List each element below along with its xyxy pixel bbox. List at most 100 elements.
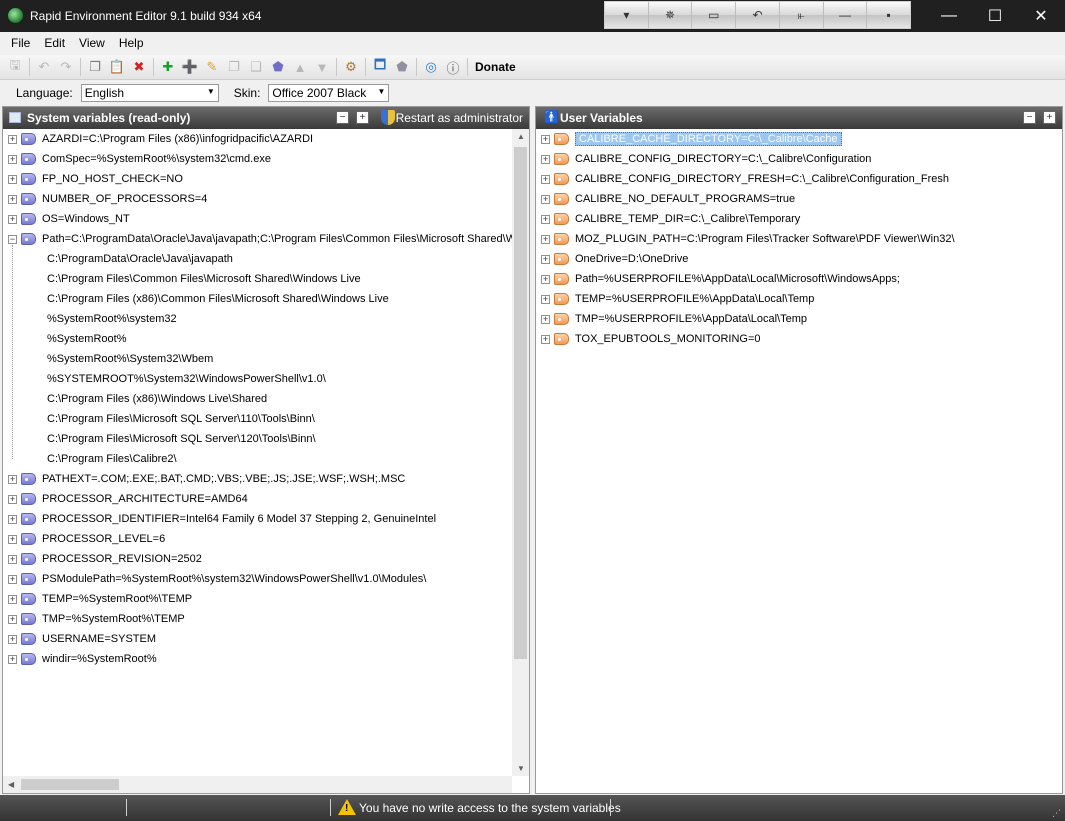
system-variable-row[interactable]: + PROCESSOR_REVISION=2502 [3,549,202,569]
expand-icon[interactable]: + [541,334,550,344]
minimize-button[interactable]: — [926,0,972,32]
expand-all-icon[interactable]: + [1043,111,1056,124]
label-icon[interactable]: ⬟ [391,56,413,78]
system-variable-row[interactable]: + AZARDI=C:\Program Files (x86)\infogridp… [3,129,313,149]
system-variable-row[interactable]: + PROCESSOR_LEVEL=6 [3,529,165,549]
expand-icon[interactable]: + [541,154,550,164]
expand-icon[interactable]: + [541,274,550,284]
vertical-scroll-thumb[interactable] [514,147,527,659]
system-variable-row[interactable]: − Path=C:\ProgramData\Oracle\Java\javapat… [3,229,519,249]
undo-icon[interactable]: ↶ [33,56,55,78]
pin-icon[interactable]: ✵ [648,2,693,28]
duplicate-icon[interactable]: ❐ [223,56,245,78]
plug-icon[interactable]: ⫦ [779,2,824,28]
chevron-down-icon[interactable]: ▾ [605,2,649,28]
expand-icon[interactable]: + [8,214,17,224]
expand-icon[interactable]: + [8,474,17,484]
menu-view[interactable]: View [72,36,112,50]
edit-pencil-icon[interactable]: ✎ [201,56,223,78]
horizontal-scroll-thumb[interactable] [21,779,119,790]
expand-icon[interactable]: + [8,534,17,544]
expand-icon[interactable]: + [8,614,17,624]
path-entry[interactable]: %SYSTEMROOT%\System32\WindowsPowerShell\… [47,369,326,389]
window-icon[interactable]: ▭ [692,2,737,28]
expand-icon[interactable]: + [8,174,17,184]
system-variable-row[interactable]: + PROCESSOR_IDENTIFIER=Intel64 Family 6 M… [3,509,436,529]
user-variable-row[interactable]: + TMP=%USERPROFILE%\AppData\Local\Temp [536,309,807,329]
expand-icon[interactable]: + [541,134,550,144]
paste-icon[interactable]: 📋 [106,56,128,78]
window-info-icon[interactable]: 🗖 [369,56,391,78]
user-variable-row[interactable]: + CALIBRE_CACHE_DIRECTORY=C:\_Calibre\Cac… [536,129,842,149]
expand-icon[interactable]: + [541,174,550,184]
system-variable-row[interactable]: + windir=%SystemRoot% [3,649,157,669]
clone-icon[interactable]: ❑ [245,56,267,78]
expand-icon[interactable]: + [8,134,17,144]
expand-icon[interactable]: + [541,214,550,224]
close-button[interactable]: ✕ [1018,0,1064,32]
expand-icon[interactable]: + [8,574,17,584]
system-variable-row[interactable]: + TMP=%SystemRoot%\TEMP [3,609,185,629]
system-variable-row[interactable]: + OS=Windows_NT [3,209,130,229]
save-icon[interactable]: 🖫 [4,56,26,78]
expand-icon[interactable]: + [541,294,550,304]
dot-icon[interactable]: ▪ [867,2,911,28]
path-entry[interactable]: C:\Program Files\Common Files\Microsoft … [47,269,361,289]
expand-icon[interactable]: + [8,154,17,164]
skin-select[interactable]: Office 2007 Black ▼ [268,84,390,102]
user-variable-row[interactable]: + TOX_EPUBTOOLS_MONITORING=0 [536,329,761,349]
system-variable-row[interactable]: + TEMP=%SystemRoot%\TEMP [3,589,192,609]
expand-icon[interactable]: + [8,494,17,504]
expand-icon[interactable]: + [8,594,17,604]
horizontal-scrollbar[interactable]: ◀ [3,776,512,793]
scroll-up-icon[interactable]: ▲ [517,132,525,141]
path-entry[interactable]: C:\Program Files\Calibre2\ [47,449,177,469]
collapse-all-icon[interactable]: − [336,111,349,124]
delete-icon[interactable]: ✖ [128,56,150,78]
user-variable-row[interactable]: + CALIBRE_CONFIG_DIRECTORY=C:\_Calibre\Co… [536,149,871,169]
user-variable-row[interactable]: + CALIBRE_NO_DEFAULT_PROGRAMS=true [536,189,795,209]
user-variable-row[interactable]: + Path=%USERPROFILE%\AppData\Local\Micros… [536,269,900,289]
scroll-down-icon[interactable]: ▼ [517,764,525,773]
user-variable-row[interactable]: + CALIBRE_TEMP_DIR=C:\_Calibre\Temporary [536,209,800,229]
collapse-icon[interactable]: − [8,234,17,244]
donate-button[interactable]: Donate [475,60,516,74]
expand-icon[interactable]: + [541,194,550,204]
scroll-left-icon[interactable]: ◀ [8,780,14,789]
move-down-icon[interactable]: ▼ [311,56,333,78]
user-variable-row[interactable]: + MOZ_PLUGIN_PATH=C:\Program Files\Tracke… [536,229,955,249]
expand-icon[interactable]: + [8,634,17,644]
globe-icon[interactable]: ◎ [420,56,442,78]
maximize-button[interactable]: ☐ [972,0,1018,32]
resize-grip-icon[interactable]: ⋰ [1052,808,1061,819]
expand-icon[interactable]: + [8,554,17,564]
path-entry[interactable]: C:\Program Files (x86)\Windows Live\Shar… [47,389,267,409]
system-variable-row[interactable]: + PROCESSOR_ARCHITECTURE=AMD64 [3,489,248,509]
path-entry[interactable]: C:\Program Files\Microsoft SQL Server\11… [47,409,315,429]
expand-icon[interactable]: + [8,654,17,664]
help-icon[interactable]: ⓘ [442,56,464,78]
minimize-icon[interactable]: — [823,2,868,28]
move-up-icon[interactable]: ▲ [289,56,311,78]
menu-help[interactable]: Help [112,36,151,50]
collapse-all-icon[interactable]: − [1023,111,1036,124]
system-variable-row[interactable]: + ComSpec=%SystemRoot%\system32\cmd.exe [3,149,271,169]
system-variable-row[interactable]: + USERNAME=SYSTEM [3,629,156,649]
tag-icon[interactable]: ⬟ [267,56,289,78]
language-select[interactable]: English ▼ [80,84,219,102]
path-entry[interactable]: %SystemRoot% [47,329,126,349]
path-entry[interactable]: C:\Program Files\Microsoft SQL Server\12… [47,429,316,449]
undo-icon[interactable]: ↶ [736,2,780,28]
system-variable-row[interactable]: + PATHEXT=.COM;.EXE;.BAT;.CMD;.VBS;.VBE;.… [3,469,405,489]
path-entry[interactable]: C:\Program Files (x86)\Common Files\Micr… [47,289,389,309]
path-entry[interactable]: %SystemRoot%\system32 [47,309,177,329]
expand-icon[interactable]: + [541,234,550,244]
expand-all-icon[interactable]: + [356,111,369,124]
add-value-icon[interactable]: ➕ [179,56,201,78]
menu-file[interactable]: File [4,36,37,50]
path-entry[interactable]: %SystemRoot%\System32\Wbem [47,349,213,369]
user-variable-row[interactable]: + TEMP=%USERPROFILE%\AppData\Local\Temp [536,289,814,309]
copy-icon[interactable]: ❐ [84,56,106,78]
system-variable-row[interactable]: + NUMBER_OF_PROCESSORS=4 [3,189,207,209]
system-variable-row[interactable]: + PSModulePath=%SystemRoot%\system32\Wind… [3,569,426,589]
